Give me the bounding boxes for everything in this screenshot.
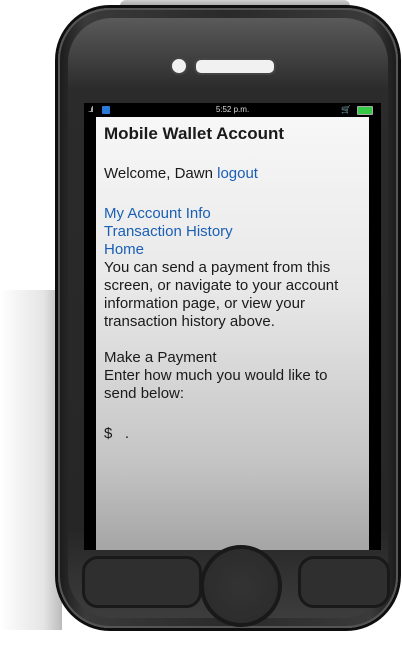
nav-link-home[interactable]: Home xyxy=(104,241,361,259)
page-title: Mobile Wallet Account xyxy=(104,124,285,143)
phone-screen: Mobile Wallet Account Welcome, Dawn logo… xyxy=(84,117,381,550)
nav-link-account-info[interactable]: My Account Info xyxy=(104,205,361,223)
status-time: 5:52 p.m. xyxy=(215,105,250,114)
cart-icon: 🛒 xyxy=(341,105,351,114)
payment-instructions: Enter how much you would like to send be… xyxy=(104,367,328,402)
nav-link-transaction-history[interactable]: Transaction History xyxy=(104,223,361,241)
logout-link[interactable]: logout xyxy=(217,165,258,182)
phone-reflection xyxy=(0,290,62,630)
screen-content: Mobile Wallet Account Welcome, Dawn logo… xyxy=(96,117,369,443)
right-hardware-button[interactable] xyxy=(298,556,390,608)
welcome-line: Welcome, Dawn logout xyxy=(104,165,361,183)
battery-icon xyxy=(357,106,373,115)
status-bar: ..ıl 5:52 p.m. 🛒 xyxy=(84,103,381,117)
left-hardware-button[interactable] xyxy=(82,556,202,608)
amount-row[interactable]: $ . xyxy=(104,425,361,443)
payment-heading: Make a Payment xyxy=(104,349,217,366)
home-button[interactable] xyxy=(200,545,282,627)
front-camera-icon xyxy=(170,57,188,75)
amount-separator: . xyxy=(124,425,130,442)
page-stage: ..ıl 5:52 p.m. 🛒 Mobile Wallet Account W… xyxy=(0,0,402,654)
welcome-text: Welcome, Dawn xyxy=(104,165,213,182)
currency-symbol: $ xyxy=(104,425,113,442)
speaker-icon xyxy=(194,58,276,75)
description-text: You can send a payment from this screen,… xyxy=(104,259,339,330)
